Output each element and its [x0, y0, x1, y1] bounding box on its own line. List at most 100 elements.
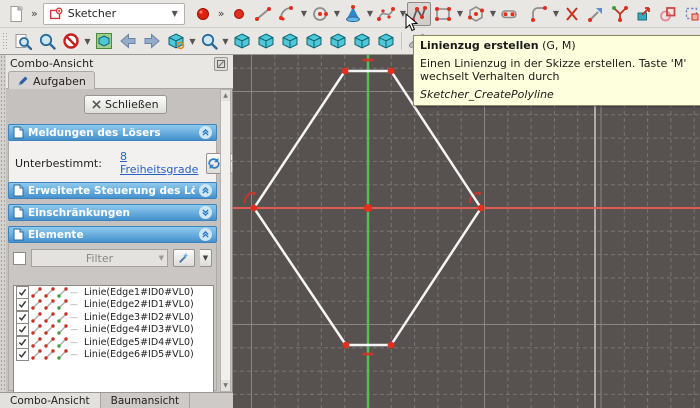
new-document-button[interactable] — [4, 2, 28, 26]
element-checkbox[interactable] — [16, 323, 29, 336]
create-arc-icon — [278, 5, 296, 23]
toggle-construction-button[interactable] — [680, 2, 700, 26]
create-conic-button[interactable] — [341, 2, 365, 26]
filter-placeholder: Filter — [86, 252, 113, 265]
filter-checkbox[interactable] — [13, 252, 26, 265]
textured-view-button[interactable] — [92, 29, 116, 53]
element-checkbox[interactable] — [16, 286, 29, 299]
create-conic-dropdown[interactable]: ▼ — [365, 3, 374, 25]
create-rectangle-button[interactable] — [431, 2, 455, 26]
sketch-vertex[interactable] — [251, 205, 258, 212]
create-slot-button[interactable] — [497, 2, 521, 26]
toolbar-overflow-chevron-icon[interactable]: » — [28, 7, 41, 20]
navigate-forward-button[interactable] — [140, 29, 164, 53]
element-list-item[interactable]: — Linie(Edge2#ID1#VL0) — [14, 299, 213, 312]
draw-style-button[interactable] — [59, 29, 83, 53]
create-circle-dropdown[interactable]: ▼ — [332, 3, 341, 25]
filter-combo[interactable]: Filter ▼ — [31, 249, 168, 267]
zoom-tools-dropdown[interactable]: ▼ — [221, 30, 230, 52]
section-solver-header[interactable]: Meldungen des Lösers — [8, 124, 217, 141]
trim-edge-button[interactable] — [560, 2, 584, 26]
macro-overflow-chevron-icon[interactable]: » — [215, 7, 228, 20]
view-top-button[interactable] — [278, 29, 302, 53]
view-rear-button[interactable] — [326, 29, 350, 53]
sketch-vertex[interactable] — [478, 205, 485, 212]
create-rectangle-icon — [434, 5, 452, 23]
element-list-item[interactable]: — Linie(Edge1#ID0#VL0) — [14, 286, 213, 299]
create-fillet-dropdown[interactable]: ▼ — [551, 3, 560, 25]
element-list-item[interactable]: — Linie(Edge6#ID5#VL0) — [14, 349, 213, 362]
element-list-item[interactable]: — Linie(Edge3#ID2#VL0) — [14, 311, 213, 324]
view-bottom-button[interactable] — [350, 29, 374, 53]
origin-point[interactable] — [364, 204, 372, 212]
create-polygon-dropdown[interactable]: ▼ — [488, 3, 497, 25]
tab-aufgaben[interactable]: Aufgaben — [8, 71, 95, 90]
section-constraints-header[interactable]: Einschränkungen — [8, 204, 217, 221]
edge-icon — [31, 299, 42, 310]
element-label: Linie(Edge1#ID0#VL0) — [84, 287, 194, 298]
create-arc-button[interactable] — [275, 2, 299, 26]
record-macro-button[interactable] — [191, 2, 215, 26]
element-checkbox[interactable] — [16, 348, 29, 361]
zoom-tools-button[interactable] — [197, 29, 221, 53]
sketch-canvas[interactable] — [233, 55, 700, 408]
navigate-back-button[interactable] — [116, 29, 140, 53]
element-checkbox[interactable] — [16, 336, 29, 349]
navigation-style-button[interactable] — [164, 29, 188, 53]
section-elements-header[interactable]: Elemente — [8, 226, 217, 243]
horizontal-constraint-icon[interactable] — [363, 59, 374, 62]
dock-tab-baumansicht[interactable]: Baumansicht — [101, 393, 191, 408]
elements-settings-button[interactable] — [173, 249, 195, 267]
sketch-viewport[interactable] — [233, 55, 700, 408]
dof-link[interactable]: 8 Freiheitsgrade — [120, 150, 198, 176]
navigation-style-dropdown[interactable]: ▼ — [188, 30, 197, 52]
workbench-selected-label: Sketcher — [64, 7, 172, 20]
draw-style-dropdown[interactable]: ▼ — [83, 30, 92, 52]
create-line-button[interactable] — [251, 2, 275, 26]
element-checkbox[interactable] — [16, 298, 29, 311]
sketch-vertex[interactable] — [343, 342, 350, 349]
fit-selection-button[interactable] — [35, 29, 59, 53]
expand-down-icon[interactable] — [199, 206, 212, 219]
view-right-button[interactable] — [302, 29, 326, 53]
panel-scrollbar[interactable]: ▲ ▼ — [220, 89, 231, 392]
sketch-vertex[interactable] — [342, 68, 349, 75]
view-left-button[interactable] — [374, 29, 398, 53]
fit-all-button[interactable] — [11, 29, 35, 53]
elements-settings-dropdown[interactable]: ▼ — [200, 249, 212, 267]
create-rectangle-dropdown[interactable]: ▼ — [455, 3, 464, 25]
create-point-button[interactable] — [227, 2, 251, 26]
create-fillet-button[interactable] — [527, 2, 551, 26]
collapse-up-icon[interactable] — [199, 126, 212, 139]
element-list-item[interactable]: — Linie(Edge4#ID3#VL0) — [14, 324, 213, 337]
view-front-button[interactable] — [254, 29, 278, 53]
check-icon — [18, 338, 27, 347]
scroll-up-icon[interactable]: ▲ — [221, 90, 230, 101]
section-advanced-header[interactable]: Erweiterte Steuerung des Lösers — [8, 182, 217, 199]
element-list-item[interactable]: — Linie(Edge5#ID4#VL0) — [14, 336, 213, 349]
sketch-vertex[interactable] — [388, 68, 395, 75]
create-circle-button[interactable] — [308, 2, 332, 26]
collapse-up-icon[interactable] — [199, 228, 212, 241]
split-edge-button[interactable] — [608, 2, 632, 26]
toolbar-handle[interactable] — [2, 32, 9, 50]
create-bspline-button[interactable] — [374, 2, 398, 26]
sketcher-workbench-icon — [48, 6, 64, 22]
collapse-up-icon[interactable] — [199, 184, 212, 197]
scroll-down-icon[interactable]: ▼ — [221, 380, 230, 391]
dock-tab-combo-ansicht[interactable]: Combo-Ansicht — [0, 393, 101, 408]
view-axonometric-button[interactable] — [230, 29, 254, 53]
close-task-button[interactable]: Schließen — [84, 95, 167, 114]
external-geometry-button[interactable] — [632, 2, 656, 26]
create-polygon-button[interactable] — [464, 2, 488, 26]
horizontal-constraint-icon[interactable] — [363, 353, 374, 356]
carbon-copy-button[interactable] — [656, 2, 680, 26]
extend-edge-button[interactable] — [584, 2, 608, 26]
view-bottom-icon — [353, 32, 371, 50]
create-arc-dropdown[interactable]: ▼ — [299, 3, 308, 25]
elements-list[interactable]: — Linie(Edge1#ID0#VL0) — Linie(Edge2#ID1… — [13, 285, 214, 407]
sketch-vertex[interactable] — [388, 342, 395, 349]
element-checkbox[interactable] — [16, 311, 29, 324]
panel-float-button[interactable] — [214, 57, 228, 71]
workbench-selector[interactable]: Sketcher ▼ — [43, 3, 185, 25]
